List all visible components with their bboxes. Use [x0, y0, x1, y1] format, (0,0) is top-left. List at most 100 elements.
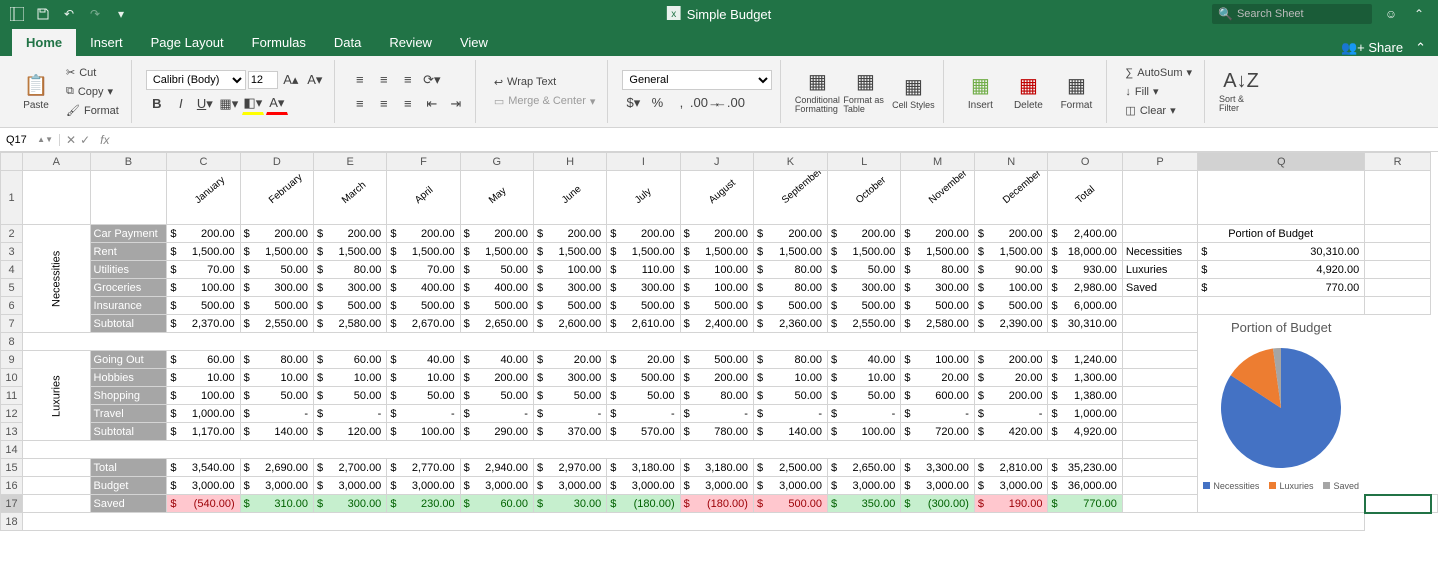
cell[interactable]: $(540.00)	[167, 495, 240, 513]
window-layout-icon[interactable]	[8, 5, 26, 23]
save-icon[interactable]	[34, 5, 52, 23]
sort-filter-button[interactable]: A↓ZSort & Filter	[1219, 62, 1263, 122]
decrease-decimal-icon[interactable]: ←.00	[718, 92, 740, 114]
tab-formulas[interactable]: Formulas	[238, 29, 320, 56]
cell[interactable]: $2,370.00	[167, 315, 240, 333]
cell[interactable]: $200.00	[313, 225, 386, 243]
tab-page-layout[interactable]: Page Layout	[137, 29, 238, 56]
cell[interactable]: $(300.00)	[901, 495, 975, 513]
row-header-3[interactable]: 3	[1, 243, 23, 261]
cell[interactable]: $1,500.00	[240, 243, 313, 261]
cell[interactable]: $10.00	[167, 369, 240, 387]
clear-button[interactable]: ◫Clear ▾	[1121, 102, 1196, 119]
cell[interactable]: $3,000.00	[753, 477, 827, 495]
cell[interactable]: $3,300.00	[901, 459, 975, 477]
cell[interactable]: $500.00	[240, 297, 313, 315]
cell[interactable]: $-	[313, 405, 386, 423]
cell[interactable]: $80.00	[753, 261, 827, 279]
cell[interactable]: $2,360.00	[753, 315, 827, 333]
cell[interactable]: $20.00	[607, 351, 680, 369]
cell[interactable]: $3,000.00	[901, 477, 975, 495]
cell[interactable]: $2,610.00	[607, 315, 680, 333]
cell[interactable]: $570.00	[607, 423, 680, 441]
cell[interactable]: $100.00	[533, 261, 606, 279]
cell[interactable]: $-	[607, 405, 680, 423]
cell[interactable]: $3,540.00	[167, 459, 240, 477]
selected-cell-Q17[interactable]	[1365, 495, 1431, 513]
cell[interactable]: $4,920.00	[1048, 423, 1122, 441]
search-input[interactable]	[1237, 8, 1366, 20]
cell[interactable]: $400.00	[460, 279, 533, 297]
cell[interactable]: $50.00	[753, 387, 827, 405]
cell[interactable]: $300.00	[313, 495, 386, 513]
cell[interactable]: $1,170.00	[167, 423, 240, 441]
cell[interactable]: $1,500.00	[680, 243, 753, 261]
row-header-2[interactable]: 2	[1, 225, 23, 243]
row-header-10[interactable]: 10	[1, 369, 23, 387]
cell[interactable]: $50.00	[240, 261, 313, 279]
underline-button[interactable]: U▾	[194, 93, 216, 115]
cell[interactable]: $20.00	[533, 351, 606, 369]
cell[interactable]: $1,500.00	[387, 243, 460, 261]
col-header-B[interactable]: B	[90, 153, 167, 171]
cell[interactable]: $200.00	[460, 369, 533, 387]
insert-cells-button[interactable]: ▦Insert	[958, 62, 1002, 122]
cell[interactable]: $80.00	[901, 261, 975, 279]
row-header-14[interactable]: 14	[1, 441, 23, 459]
cell[interactable]: $2,650.00	[460, 315, 533, 333]
cell[interactable]: $500.00	[753, 495, 827, 513]
cell[interactable]: $50.00	[460, 261, 533, 279]
cell[interactable]: $290.00	[460, 423, 533, 441]
cell[interactable]: $10.00	[753, 369, 827, 387]
cell[interactable]: $100.00	[680, 261, 753, 279]
cell[interactable]: $200.00	[533, 225, 606, 243]
copy-button[interactable]: ⧉Copy ▾	[62, 83, 123, 100]
number-format-select[interactable]: General	[622, 70, 772, 90]
cell[interactable]: $1,240.00	[1048, 351, 1122, 369]
col-header-D[interactable]: D	[240, 153, 313, 171]
cell[interactable]: $100.00	[387, 423, 460, 441]
cell[interactable]: $1,500.00	[901, 243, 975, 261]
cell[interactable]: $140.00	[240, 423, 313, 441]
bold-button[interactable]: B	[146, 93, 168, 115]
cell[interactable]: $80.00	[240, 351, 313, 369]
cell[interactable]: $3,000.00	[828, 477, 901, 495]
cell[interactable]: $100.00	[167, 387, 240, 405]
cell[interactable]: $-	[974, 405, 1048, 423]
cell[interactable]: $140.00	[753, 423, 827, 441]
row-label[interactable]: Groceries	[90, 279, 167, 297]
cell[interactable]: $200.00	[680, 369, 753, 387]
share-button[interactable]: 👥+ Share	[1341, 40, 1403, 56]
cell[interactable]: $-	[828, 405, 901, 423]
row-header-4[interactable]: 4	[1, 261, 23, 279]
cell[interactable]: $200.00	[974, 387, 1048, 405]
cell[interactable]: $18,000.00	[1048, 243, 1122, 261]
cell[interactable]: $1,380.00	[1048, 387, 1122, 405]
cell[interactable]: $1,000.00	[167, 405, 240, 423]
cell[interactable]: $200.00	[240, 225, 313, 243]
col-header-R[interactable]: R	[1365, 153, 1431, 171]
cell[interactable]: $-	[901, 405, 975, 423]
cell[interactable]: $2,650.00	[828, 459, 901, 477]
cell[interactable]: $2,970.00	[533, 459, 606, 477]
cell[interactable]: $2,400.00	[680, 315, 753, 333]
cell[interactable]: $2,500.00	[753, 459, 827, 477]
cell[interactable]: $300.00	[828, 279, 901, 297]
row-label[interactable]: Car Payment	[90, 225, 167, 243]
cell[interactable]: $2,580.00	[313, 315, 386, 333]
cell[interactable]: $100.00	[167, 279, 240, 297]
cell[interactable]: $770.00	[1048, 495, 1122, 513]
cell[interactable]: $36,000.00	[1048, 477, 1122, 495]
cell[interactable]: $20.00	[901, 369, 975, 387]
cell[interactable]: $2,940.00	[460, 459, 533, 477]
cell[interactable]: $90.00	[974, 261, 1048, 279]
col-header-E[interactable]: E	[313, 153, 386, 171]
font-color-button[interactable]: A▾	[266, 93, 288, 115]
cell[interactable]: $2,770.00	[387, 459, 460, 477]
align-right-icon[interactable]: ≡	[397, 93, 419, 115]
cell[interactable]: $500.00	[680, 351, 753, 369]
tab-home[interactable]: Home	[12, 29, 76, 56]
cell[interactable]: $80.00	[753, 351, 827, 369]
cell[interactable]: $2,690.00	[240, 459, 313, 477]
decrease-font-icon[interactable]: A▾	[304, 69, 326, 91]
